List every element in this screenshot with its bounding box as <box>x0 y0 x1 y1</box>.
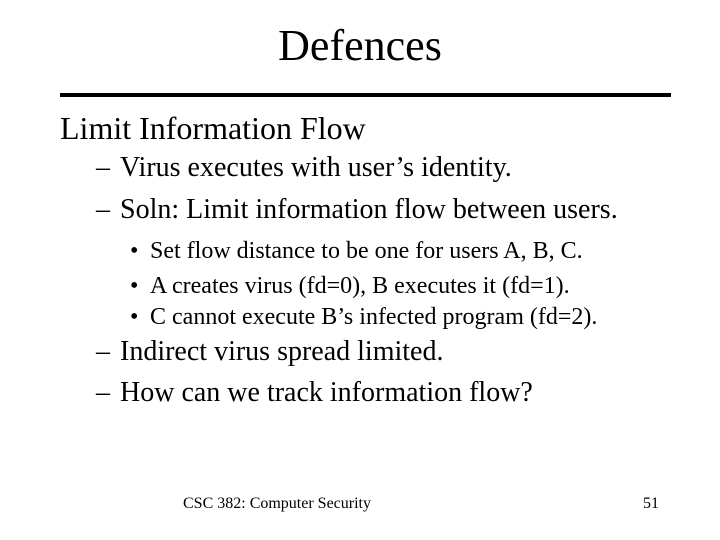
bullet-item: – Virus executes with user’s identity. <box>96 151 512 185</box>
bullet-item: – How can we track information flow? <box>96 376 533 410</box>
bullet-text: Soln: Limit information flow between use… <box>120 194 618 225</box>
bullet-text: Virus executes with user’s identity. <box>120 152 512 183</box>
dash-marker: – <box>96 152 110 183</box>
heading: Limit Information Flow <box>60 110 366 146</box>
slide-title: Defences <box>278 21 442 70</box>
title-divider <box>60 93 671 97</box>
dash-marker: – <box>96 194 110 225</box>
sub-bullet-text: Set flow distance to be one for users A,… <box>150 238 583 264</box>
bullet-item: – Indirect virus spread limited. <box>96 335 443 369</box>
bullet-marker: • <box>130 273 139 299</box>
sub-bullet-item: • A creates virus (fd=0), B executes it (… <box>130 271 570 301</box>
bullet-item: – Soln: Limit information flow between us… <box>96 193 618 227</box>
bullet-text: How can we track information flow? <box>120 377 533 408</box>
sub-bullet-item: • Set flow distance to be one for users A… <box>130 236 583 266</box>
sub-bullet-item: • C cannot execute B’s infected program (… <box>130 302 597 332</box>
dash-marker: – <box>96 377 110 408</box>
sub-bullet-text: A creates virus (fd=0), B executes it (f… <box>150 273 570 299</box>
bullet-marker: • <box>130 238 139 264</box>
bullet-marker: • <box>130 304 139 330</box>
page-number: 51 <box>643 495 659 512</box>
footer-course: CSC 382: Computer Security <box>183 495 371 512</box>
sub-bullet-text: C cannot execute B’s infected program (f… <box>150 304 598 330</box>
bullet-text: Indirect virus spread limited. <box>120 336 444 367</box>
dash-marker: – <box>96 336 110 367</box>
